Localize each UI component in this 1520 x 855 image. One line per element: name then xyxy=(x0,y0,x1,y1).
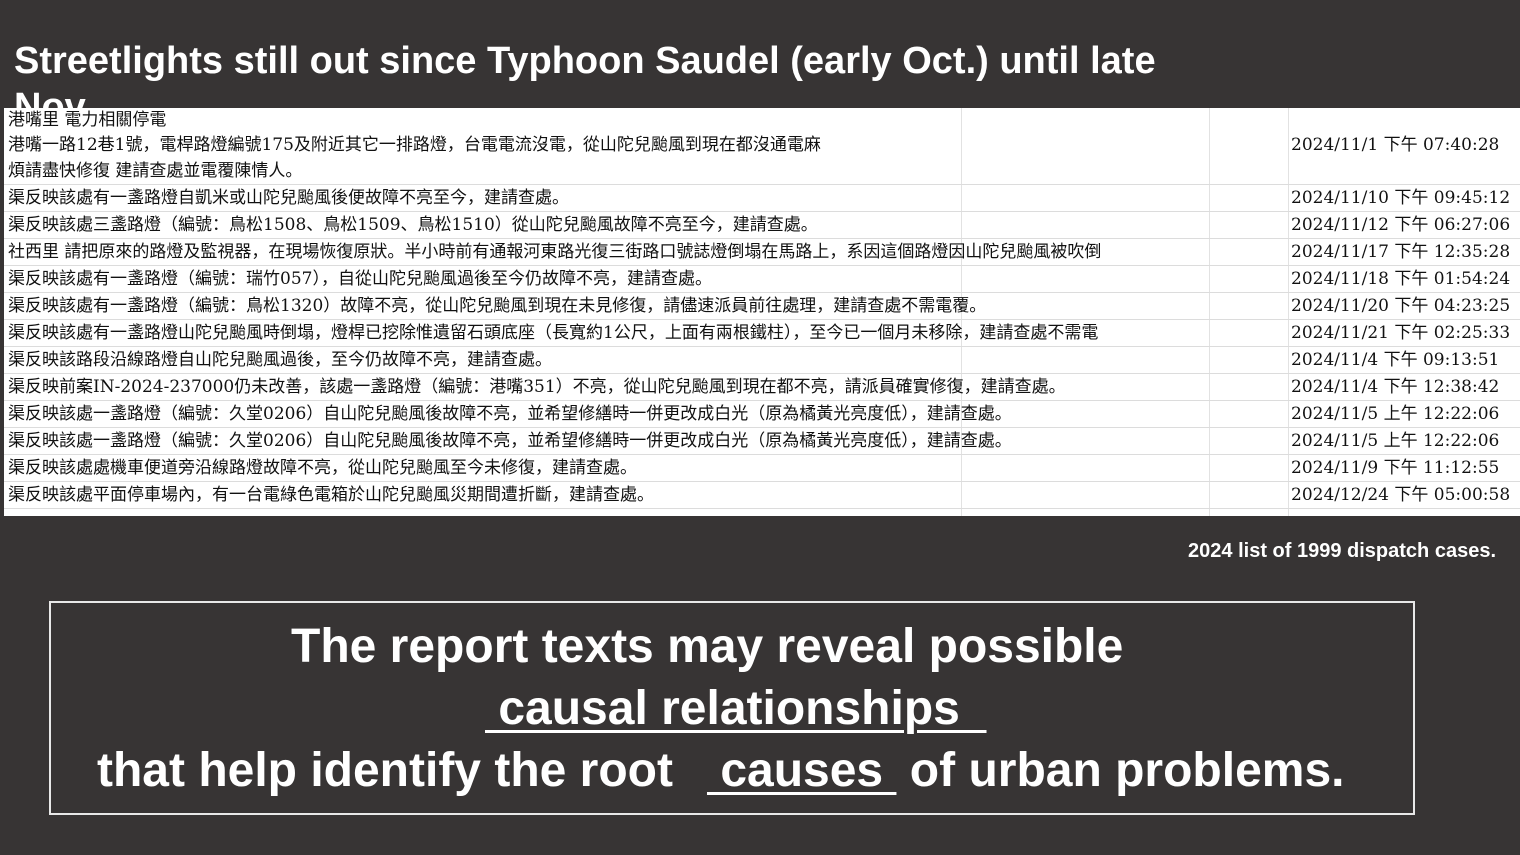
table-row[interactable]: 渠反映該處有一盞路燈自凱米或山陀兒颱風後便故障不亮至今，建請查處。 2024/11… xyxy=(4,185,1520,212)
table-row[interactable]: 渠反映該處有一盞路燈（編號：瑞竹057），自從山陀兒颱風過後至今仍故障不亮，建請… xyxy=(4,266,1520,293)
callout-line-1: The report texts may reveal possible xyxy=(291,620,1124,673)
table-row[interactable]: 社西里 請把原來的路燈及監視器，在現場恢復原狀。半小時前有通報河東路光復三街路口… xyxy=(4,239,1520,266)
complaint-text-cell: 渠反映前案IN-2024-237000仍未改善，該處一盞路燈（編號：港嘴351）… xyxy=(8,377,1066,397)
date-cell: 2024/11/5 上午 12:22:06 xyxy=(1291,404,1500,424)
table-row[interactable]: 渠反映該處一盞路燈（編號：久堂0206）自山陀兒颱風後故障不亮，並希望修繕時一併… xyxy=(4,401,1520,428)
callout-highlight-causes: causes xyxy=(706,744,897,797)
table-row[interactable]: 渠反映該處有一盞路燈（編號：鳥松1320）故障不亮，從山陀兒颱風到現在未見修復，… xyxy=(4,293,1520,320)
callout-box: The report texts may reveal possible cau… xyxy=(49,601,1415,815)
table-row[interactable]: 渠反映該處三盞路燈（編號：鳥松1508、鳥松1509、鳥松1510）從山陀兒颱風… xyxy=(4,212,1520,239)
complaint-text-cell: 渠反映該處有一盞路燈（編號：瑞竹057），自從山陀兒颱風過後至今仍故障不亮，建請… xyxy=(8,269,712,289)
complaint-text-cell: 渠反映該處有一盞路燈（編號：鳥松1320）故障不亮，從山陀兒颱風到現在未見修復，… xyxy=(8,296,987,316)
table-row[interactable]: 渠反映前案IN-2024-237000仍未改善，該處一盞路燈（編號：港嘴351）… xyxy=(4,374,1520,401)
date-cell: 2024/11/12 下午 06:27:06 xyxy=(1291,215,1511,235)
category-cell: 港嘴里 電力相關停電 xyxy=(8,110,167,130)
complaint-text-cell: 渠反映該處一盞路燈（編號：久堂0206）自山陀兒颱風後故障不亮，並希望修繕時一併… xyxy=(8,404,1012,424)
table-row[interactable]: 渠反映該處有一盞路燈山陀兒颱風時倒塌，燈桿已挖除惟遺留石頭底座（長寬約1公尺，上… xyxy=(4,320,1520,347)
complaint-text-cell: 渠反映該處一盞路燈（編號：久堂0206）自山陀兒颱風後故障不亮，並希望修繕時一併… xyxy=(8,431,1012,451)
date-cell: 2024/11/5 上午 12:22:06 xyxy=(1291,431,1500,451)
callout-highlight-causal-relationships: causal relationships xyxy=(485,682,987,735)
complaint-text-cell: 渠反映該處有一盞路燈自凱米或山陀兒颱風後便故障不亮至今，建請查處。 xyxy=(8,188,569,208)
table-row[interactable]: 渠反映該處平面停車場內，有一台電綠色電箱於山陀兒颱風災期間遭折斷，建請查處。 20… xyxy=(4,482,1520,509)
callout-line-3-start: that help identify the root xyxy=(97,744,673,797)
complaint-text-cell: 港嘴一路12巷1號，電桿路燈編號175及附近其它一排路燈，台電電流沒電，從山陀兒… xyxy=(8,135,821,155)
callout-line-3: that help identify the root causes of ur… xyxy=(97,743,1345,799)
date-cell: 2024/12/24 下午 05:00:58 xyxy=(1291,485,1511,505)
date-cell: 2024/11/9 下午 11:12:55 xyxy=(1291,458,1500,478)
complaint-text-cell: 渠反映該路段沿線路燈自山陀兒颱風過後，至今仍故障不亮，建請查處。 xyxy=(8,350,552,370)
callout-line-3-end: of urban problems. xyxy=(909,744,1345,797)
date-cell: 2024/11/4 下午 09:13:51 xyxy=(1291,350,1500,370)
table-row[interactable]: 渠反映該路段沿線路燈自山陀兒颱風過後，至今仍故障不亮，建請查處。 2024/11/… xyxy=(4,347,1520,374)
complaint-text-cell: 社西里 請把原來的路燈及監視器，在現場恢復原狀。半小時前有通報河東路光復三街路口… xyxy=(8,242,1102,262)
date-cell: 2024/11/21 下午 02:25:33 xyxy=(1291,323,1511,343)
table-row[interactable]: 港嘴里 電力相關停電 港嘴一路12巷1號，電桿路燈編號175及附近其它一排路燈，… xyxy=(4,108,1520,185)
table-row[interactable]: 渠反映該處處機車便道旁沿線路燈故障不亮，從山陀兒颱風至今未修復，建請查處。 202… xyxy=(4,455,1520,482)
table-row[interactable]: 渠反映該處一盞路燈（編號：久堂0206）自山陀兒颱風後故障不亮，並希望修繕時一併… xyxy=(4,428,1520,455)
complaint-text-cell: 渠反映該處有一盞路燈山陀兒颱風時倒塌，燈桿已挖除惟遺留石頭底座（長寬約1公尺，上… xyxy=(8,323,1099,343)
date-cell: 2024/11/17 下午 12:35:28 xyxy=(1291,242,1511,262)
date-cell: 2024/11/1 下午 07:40:28 xyxy=(1291,135,1500,155)
spreadsheet-table: 港嘴里 電力相關停電 港嘴一路12巷1號，電桿路燈編號175及附近其它一排路燈，… xyxy=(4,108,1520,516)
date-cell: 2024/11/10 下午 09:45:12 xyxy=(1291,188,1511,208)
caption: 2024 list of 1999 dispatch cases. xyxy=(1188,540,1496,562)
complaint-text-cell: 渠反映該處處機車便道旁沿線路燈故障不亮，從山陀兒颱風至今未修復，建請查處。 xyxy=(8,458,637,478)
date-cell: 2024/11/18 下午 01:54:24 xyxy=(1291,269,1511,289)
date-cell: 2024/11/20 下午 04:23:25 xyxy=(1291,296,1511,316)
date-cell: 2024/11/4 下午 12:38:42 xyxy=(1291,377,1500,397)
complaint-text-cell-cont: 煩請盡快修復 建請查處並電覆陳情人。 xyxy=(8,161,303,181)
complaint-text-cell: 渠反映該處平面停車場內，有一台電綠色電箱於山陀兒颱風災期間遭折斷，建請查處。 xyxy=(8,485,654,505)
complaint-text-cell: 渠反映該處三盞路燈（編號：鳥松1508、鳥松1509、鳥松1510）從山陀兒颱風… xyxy=(8,215,818,235)
